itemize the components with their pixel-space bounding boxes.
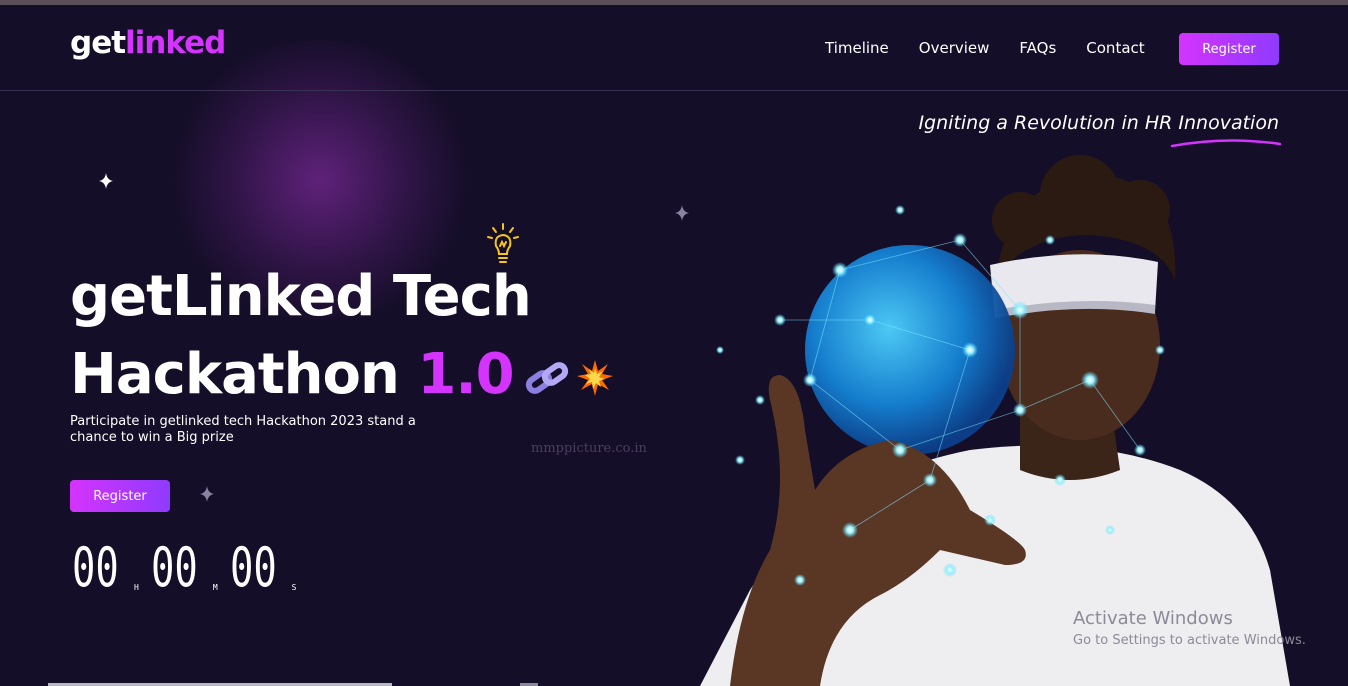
activate-windows-title: Activate Windows	[1073, 608, 1233, 629]
countdown-timer: 00 H 00 M 00 S	[72, 538, 308, 598]
activate-windows-overlay: Activate Windows Go to Settings to activ…	[1073, 608, 1306, 648]
countdown-minutes-unit: M	[212, 583, 218, 592]
chain-link-icon	[525, 361, 568, 394]
image-watermark: mmppicture.co.in	[531, 441, 647, 456]
activate-windows-subtitle: Go to Settings to activate Windows.	[1073, 633, 1306, 648]
countdown-seconds-unit: S	[291, 583, 297, 592]
hero-description: Participate in getlinked tech Hackathon …	[70, 414, 416, 445]
hero-title-version: 1.0	[417, 342, 514, 407]
hero-title-line1: getLinked Tech	[70, 264, 532, 329]
hero-title-line2: Hackathon 1.0	[70, 336, 614, 414]
tagline-underline-icon	[1170, 139, 1282, 148]
hero-register-button[interactable]: Register	[70, 480, 170, 512]
hero-title-hackathon: Hackathon	[70, 342, 400, 407]
hero-title: getLinked Tech Hackathon 1.0	[70, 258, 614, 414]
nav-link-contact[interactable]: Contact	[1086, 39, 1144, 57]
nav-link-overview[interactable]: Overview	[919, 39, 990, 57]
countdown-hours-unit: H	[134, 583, 139, 592]
countdown-minutes: 00	[150, 536, 198, 599]
collision-icon	[576, 359, 613, 396]
countdown-hours: 00	[72, 536, 119, 599]
logo[interactable]: getlinked	[70, 25, 226, 61]
nav-link-timeline[interactable]: Timeline	[825, 39, 889, 57]
nav-links: Timeline Overview FAQs Contact	[825, 39, 1145, 57]
sparkle-star-icon	[200, 486, 214, 502]
hero-tagline: Igniting a Revolution in HR Innovation	[918, 112, 1279, 134]
sparkle-star-icon	[99, 173, 113, 189]
navbar: getlinked Timeline Overview FAQs Contact…	[0, 5, 1348, 91]
countdown-seconds: 00	[229, 536, 277, 599]
logo-accent: linked	[125, 25, 226, 61]
nav-link-faqs[interactable]: FAQs	[1019, 39, 1056, 57]
hero-vr-person-image	[700, 155, 1290, 686]
logo-main: get	[70, 25, 126, 61]
nav-register-button[interactable]: Register	[1179, 33, 1279, 65]
